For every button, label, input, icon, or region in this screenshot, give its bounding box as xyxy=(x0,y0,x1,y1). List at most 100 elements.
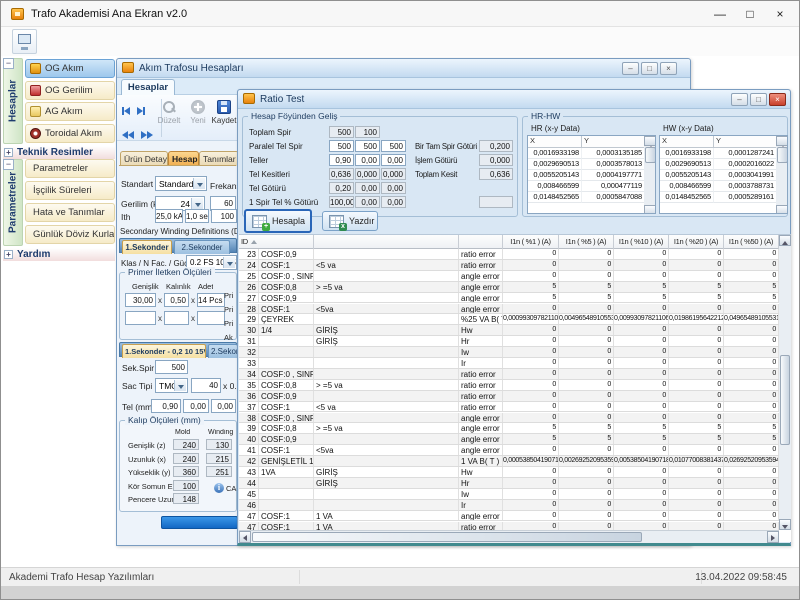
ith-sec-field[interactable]: 1,0 sec xyxy=(185,209,209,223)
primer-adet-field2[interactable] xyxy=(197,311,225,325)
expand-icon[interactable]: + xyxy=(4,250,13,259)
grid-cell[interactable]: COSF:0 , SINFI:1 xyxy=(259,271,314,281)
grid-cell[interactable]: 5 xyxy=(724,282,779,292)
field-paralel-tel-spir-1[interactable]: 500 xyxy=(355,140,380,152)
grid-cell[interactable] xyxy=(259,336,314,346)
field-teller-1[interactable]: 0,00 xyxy=(355,154,380,166)
grid-cell[interactable]: 5 xyxy=(559,434,614,444)
grid-cell[interactable]: COSF:1 xyxy=(259,304,314,314)
field-tel-g-t-r-1[interactable]: 0,00 xyxy=(355,182,380,194)
tab-2-sekonder[interactable]: 2.Sekonder xyxy=(174,240,230,254)
grid-cell[interactable]: 0 xyxy=(559,391,614,401)
nav-first-icon[interactable] xyxy=(122,102,130,120)
grid-cell[interactable]: 0,00053850419071 xyxy=(503,456,559,466)
grid-cell[interactable]: GİRİŞ xyxy=(314,467,459,477)
grid-cell[interactable]: ÇEYREK xyxy=(259,314,314,324)
grid-cell[interactable]: > =5 va xyxy=(314,423,459,433)
grid-cell[interactable]: 0 xyxy=(669,271,724,281)
kalip-mold-field[interactable]: 240 xyxy=(173,453,199,464)
field-toplam-kesit[interactable]: 0,636 xyxy=(479,168,513,180)
computer-toolbar-button[interactable] xyxy=(12,29,37,54)
tel-field-1[interactable]: 0,00 xyxy=(183,399,209,413)
kalip-winding-field[interactable]: 215 xyxy=(206,453,232,464)
grid-cell[interactable] xyxy=(259,478,314,488)
tab-tanimlar[interactable]: Tanımlar xyxy=(199,151,239,166)
field-teller-2[interactable]: 0,00 xyxy=(381,154,406,166)
grid-cell[interactable]: 0 xyxy=(614,304,669,314)
hw-x-value[interactable]: 0,0016933198 xyxy=(660,148,713,159)
grid-cell[interactable]: 0 xyxy=(503,304,559,314)
hw-scrollbar[interactable] xyxy=(776,136,788,214)
row-id-cell[interactable]: 36 xyxy=(239,391,259,401)
grid-cell[interactable]: COSF:1 xyxy=(259,260,314,270)
table-row[interactable]: 33Ir00000 xyxy=(239,358,779,369)
grid-cell[interactable]: COSF:0 , SINFI:1 xyxy=(259,413,314,423)
table-row[interactable]: 41COSF:1<5vaangle error00000 xyxy=(239,445,779,456)
row-id-cell[interactable]: 47 xyxy=(239,511,259,521)
grid-cell[interactable]: 0 xyxy=(559,336,614,346)
grid-cell[interactable]: <5va xyxy=(314,445,459,455)
scroll-down-icon[interactable] xyxy=(779,519,791,530)
hr-x-value[interactable]: 0,0029690513 xyxy=(528,159,581,170)
grid-cell[interactable]: ratio error xyxy=(459,369,503,379)
grid-cell[interactable]: Iw xyxy=(459,347,503,357)
hr-x-value[interactable]: 0,0055205143 xyxy=(528,170,581,181)
hw-x-value[interactable]: 0,0148452565 xyxy=(660,192,713,203)
grid-cell[interactable]: 0 xyxy=(559,522,614,531)
grid-cell[interactable]: 0 xyxy=(559,347,614,357)
grid-cell[interactable]: 0 xyxy=(559,249,614,259)
scrollbar-thumb[interactable] xyxy=(777,147,788,163)
grid-cell[interactable]: 0 xyxy=(724,304,779,314)
grid-cell[interactable]: angle error xyxy=(459,293,503,303)
hw-x-value[interactable]: 0,008466599 xyxy=(660,181,713,192)
grid-cell[interactable]: 5 xyxy=(614,282,669,292)
grid-cell[interactable]: 5 xyxy=(559,282,614,292)
table-row[interactable]: 40COSF:0,9angle error55555 xyxy=(239,434,779,445)
restore-icon[interactable]: □ xyxy=(750,93,767,106)
field-1-spir-tel-g-t-r-0[interactable]: 100,00 xyxy=(329,196,354,208)
primer-genislik-field2[interactable] xyxy=(125,311,156,325)
grid-cell[interactable]: angle error xyxy=(459,282,503,292)
hr-y-value[interactable]: 0,000477119 xyxy=(581,181,644,192)
table-row[interactable]: 31GİRİŞHr00000 xyxy=(239,336,779,347)
minimize-icon[interactable]: — xyxy=(705,1,735,27)
grid-cell[interactable]: 0 xyxy=(669,467,724,477)
grid-cell[interactable]: 0 xyxy=(614,511,669,521)
row-id-cell[interactable]: 46 xyxy=(239,500,259,510)
grid-cell[interactable]: 1VA xyxy=(259,467,314,477)
grid-cell[interactable]: ratio error xyxy=(459,522,503,531)
grid-cell[interactable]: 5 xyxy=(724,293,779,303)
grid-cell[interactable]: 0 xyxy=(559,445,614,455)
grid-cell[interactable]: 0 xyxy=(559,325,614,335)
kaydet-button[interactable]: Kaydet xyxy=(209,98,239,138)
hw-y-value[interactable]: 0,0005289161 xyxy=(713,192,776,203)
table-row[interactable]: 37COSF:1<5 varatio error00000 xyxy=(239,402,779,413)
grid-cell[interactable]: 5 xyxy=(614,423,669,433)
sidebar-item-og-gerilim[interactable]: OG Gerilim xyxy=(25,81,115,100)
grid-cell[interactable] xyxy=(314,500,459,510)
table-row[interactable]: 34COSF:0 , SINFI:1ratio error00000 xyxy=(239,369,779,380)
grid-cell[interactable]: 0 xyxy=(669,511,724,521)
table-row[interactable]: 47COSF:11 VAangle error00000 xyxy=(239,511,779,522)
tel-field-2[interactable]: 0,00 xyxy=(211,399,236,413)
collapse-icon[interactable]: − xyxy=(3,159,14,170)
grid-cell[interactable]: 5 xyxy=(503,434,559,444)
hr-x-value[interactable]: 0,008466599 xyxy=(528,181,581,192)
grid-cell[interactable]: 5 xyxy=(724,423,779,433)
grid-cell[interactable]: COSF:1 xyxy=(259,522,314,531)
grid-cell[interactable]: 0 xyxy=(503,249,559,259)
vertical-scrollbar[interactable] xyxy=(779,235,791,530)
minimize-icon[interactable]: – xyxy=(731,93,748,106)
grid-cell[interactable]: <5 va xyxy=(314,260,459,270)
sactipi-select[interactable]: TMOH xyxy=(155,378,188,393)
table-row[interactable]: 35COSF:0,8> =5 varatio error00000 xyxy=(239,380,779,391)
grid-cell[interactable]: GİRİŞ xyxy=(314,478,459,488)
grid-cell[interactable]: 0 xyxy=(614,249,669,259)
grid-cell[interactable]: 0 xyxy=(614,369,669,379)
grid-cell[interactable]: ratio error xyxy=(459,260,503,270)
primer-kalinlik-field[interactable]: 0,50 xyxy=(164,293,189,307)
grid-cell[interactable]: COSF:1 xyxy=(259,445,314,455)
field-tel-kesitleri-0[interactable]: 0,636 xyxy=(329,168,354,180)
tab-1-sekonder-detail[interactable]: 1.Sekonder - 0,2 10 15VA xyxy=(122,344,206,358)
row-id-cell[interactable]: 23 xyxy=(239,249,259,259)
